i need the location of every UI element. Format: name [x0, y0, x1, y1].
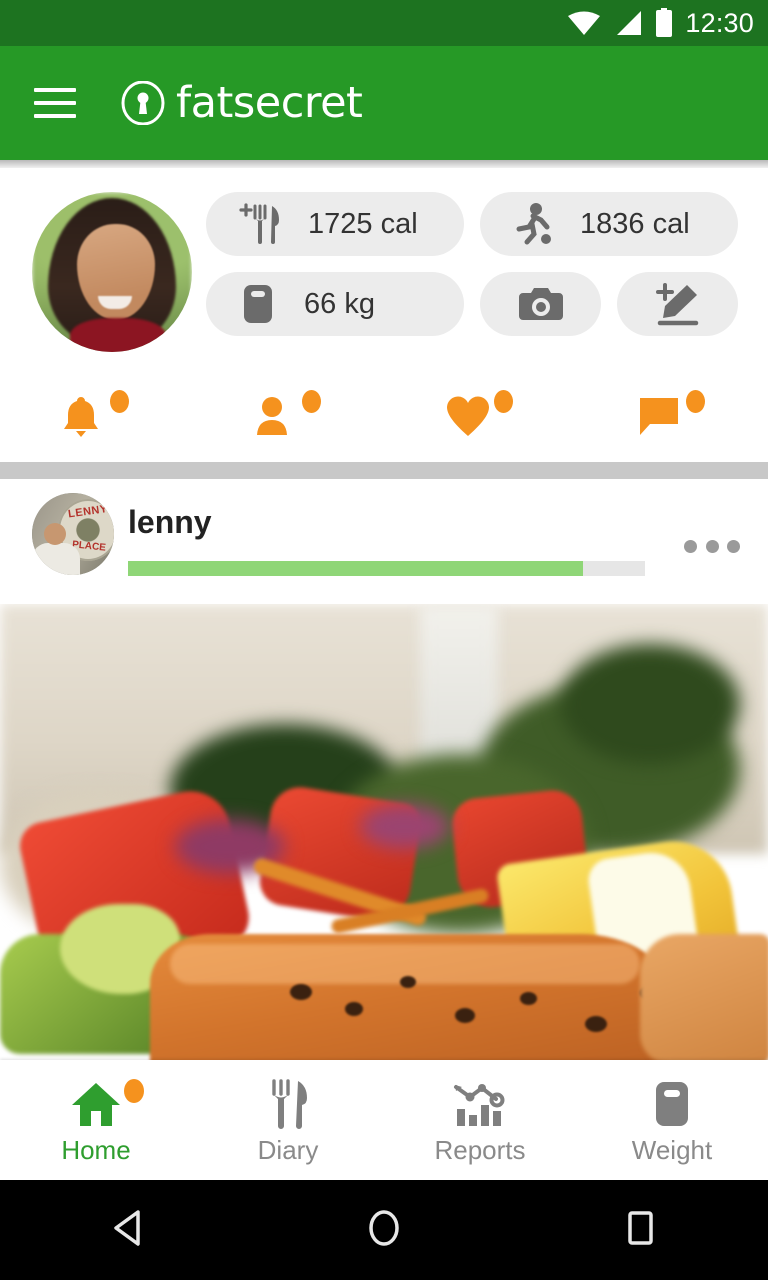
status-bar: 12:30: [0, 0, 768, 46]
post-author-avatar[interactable]: LENNY'S PLACE: [32, 493, 114, 575]
social-actions-row: [0, 378, 768, 454]
home-circle-icon[interactable]: [363, 1206, 405, 1255]
nav-label-weight: Weight: [631, 1135, 713, 1165]
weight-value: 66 kg: [304, 287, 375, 320]
edit-button[interactable]: [617, 272, 738, 336]
chat-icon: [640, 398, 678, 435]
reports-icon: [454, 1084, 505, 1126]
weight-scale-icon: [244, 285, 272, 323]
likes-button[interactable]: [384, 390, 576, 442]
android-navigation-bar: [0, 1180, 768, 1280]
exercise-icon: [516, 203, 551, 245]
nav-item-reports[interactable]: Reports: [384, 1060, 576, 1180]
bell-icon: [64, 397, 98, 437]
battery-icon: [656, 8, 673, 37]
camera-icon: [518, 288, 563, 320]
signal-icon: [617, 11, 642, 35]
exercise-calories-value: 1836 cal: [580, 207, 690, 240]
status-time: 12:30: [685, 7, 754, 38]
add-edit-icon: [655, 283, 698, 326]
nav-item-diary[interactable]: Diary: [192, 1060, 384, 1180]
section-divider: [0, 462, 768, 479]
post-progress-bar: [128, 561, 645, 576]
home-icon: [72, 1083, 120, 1126]
messages-button[interactable]: [576, 390, 768, 442]
likes-badge: [494, 390, 513, 413]
overflow-menu-icon[interactable]: [684, 533, 740, 559]
post-progress-fill: [128, 561, 583, 576]
app-root: 12:30 fatsecret 1725 cal 1836 cal 66 kg …: [0, 0, 768, 1280]
messages-badge: [686, 390, 705, 413]
nav-label-home: Home: [61, 1135, 131, 1165]
notification-badge: [110, 390, 129, 413]
camera-button[interactable]: [480, 272, 601, 336]
friends-badge: [302, 390, 321, 413]
bottom-navigation: Home Diary Reports Weight: [0, 1060, 768, 1180]
wifi-icon: [568, 11, 601, 35]
food-calories-pill[interactable]: 1725 cal: [206, 192, 464, 256]
nav-label-diary: Diary: [257, 1135, 319, 1165]
add-food-icon: [239, 203, 279, 244]
exercise-calories-pill[interactable]: 1836 cal: [480, 192, 738, 256]
user-avatar[interactable]: [32, 192, 192, 352]
diary-icon: [272, 1079, 307, 1129]
back-triangle-icon[interactable]: [108, 1206, 148, 1255]
post-author-name[interactable]: lenny: [128, 506, 212, 538]
friends-button[interactable]: [192, 390, 384, 442]
weight-icon: [656, 1082, 688, 1126]
hamburger-menu-icon[interactable]: [34, 88, 76, 118]
food-calories-value: 1725 cal: [308, 207, 418, 240]
nav-item-home[interactable]: Home: [0, 1060, 192, 1180]
weight-pill[interactable]: 66 kg: [206, 272, 464, 336]
app-bar: fatsecret: [0, 46, 768, 160]
brand-title: fatsecret: [176, 77, 363, 128]
heart-icon: [447, 396, 489, 436]
recents-square-icon[interactable]: [620, 1206, 660, 1255]
notifications-button[interactable]: [0, 390, 192, 442]
nav-label-reports: Reports: [434, 1135, 526, 1165]
post-header: [0, 479, 768, 604]
person-icon: [257, 397, 287, 435]
nav-item-weight[interactable]: Weight: [576, 1060, 768, 1180]
fatsecret-logo-icon: [121, 81, 165, 125]
quick-stats: 1725 cal 1836 cal 66 kg: [206, 192, 744, 352]
brand: fatsecret: [121, 77, 363, 128]
food-photo[interactable]: [0, 604, 768, 1060]
home-badge: [124, 1079, 144, 1103]
